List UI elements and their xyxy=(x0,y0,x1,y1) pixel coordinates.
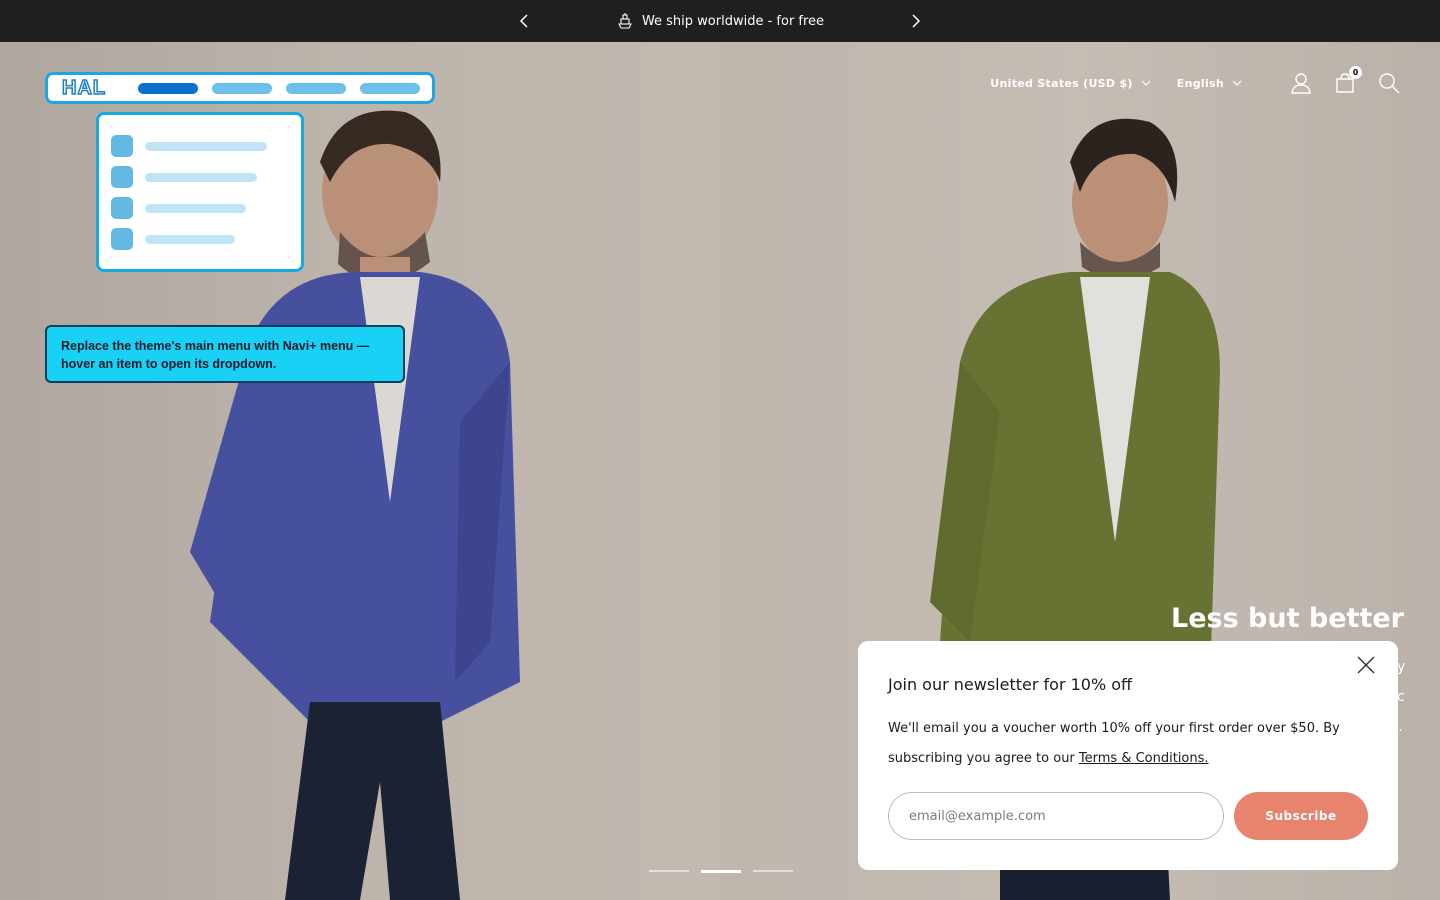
ship-icon xyxy=(618,13,632,29)
chevron-down-icon xyxy=(1141,80,1151,86)
chevron-down-icon xyxy=(1232,80,1242,86)
dropdown-item-label-placeholder xyxy=(145,203,246,213)
chevron-left-icon[interactable] xyxy=(516,12,534,30)
account-icon[interactable] xyxy=(1290,72,1312,94)
slide-title: Less but better xyxy=(1171,603,1404,634)
slide-dot-1[interactable] xyxy=(649,870,689,872)
language-selector-label: English xyxy=(1176,76,1224,90)
slideshow-pagination xyxy=(649,870,793,873)
header-utility-nav: United States (USD $) English 0 xyxy=(990,66,1400,94)
dropdown-item-icon xyxy=(111,135,133,157)
country-selector[interactable]: United States (USD $) xyxy=(990,76,1151,90)
newsletter-title: Join our newsletter for 10% off xyxy=(888,675,1133,694)
navi-menu-item[interactable] xyxy=(360,82,420,94)
subscribe-button[interactable]: Subscribe xyxy=(1234,792,1368,840)
navi-tooltip: Replace the theme's main menu with Navi+… xyxy=(45,325,405,383)
announcement-bar: We ship worldwide - for free xyxy=(0,0,1440,42)
navi-menu-bar[interactable]: HAL xyxy=(45,72,435,104)
email-field[interactable] xyxy=(888,792,1224,840)
slide-text-fragment: y xyxy=(1397,659,1406,675)
dropdown-item-label-placeholder xyxy=(145,172,257,182)
navi-menu-item[interactable] xyxy=(212,82,272,94)
dropdown-item-label-placeholder xyxy=(145,141,267,151)
dropdown-item-icon xyxy=(111,166,133,188)
search-icon[interactable] xyxy=(1378,72,1400,94)
navi-dropdown-item[interactable] xyxy=(111,166,289,188)
cart-count-badge: 0 xyxy=(1349,66,1362,79)
dropdown-item-label-placeholder xyxy=(145,234,235,244)
country-selector-label: United States (USD $) xyxy=(990,76,1133,90)
navi-dropdown-item[interactable] xyxy=(111,228,289,250)
navi-dropdown-item[interactable] xyxy=(111,197,289,219)
navi-dropdown xyxy=(96,112,304,272)
announcement-message: We ship worldwide - for free xyxy=(616,12,824,30)
newsletter-form: Subscribe xyxy=(888,792,1368,840)
navi-logo: HAL xyxy=(61,76,107,100)
slide-dot-3[interactable] xyxy=(753,870,793,872)
newsletter-body: We'll email you a voucher worth 10% off … xyxy=(888,714,1368,774)
cart-button[interactable]: 0 xyxy=(1334,66,1362,94)
dropdown-item-icon xyxy=(111,228,133,250)
terms-link[interactable]: Terms & Conditions. xyxy=(1079,751,1209,766)
chevron-right-icon[interactable] xyxy=(906,12,924,30)
navi-menu-item[interactable] xyxy=(138,82,198,94)
slide-text-fragment: c xyxy=(1397,689,1405,705)
announcement-text: We ship worldwide - for free xyxy=(641,13,825,29)
close-icon[interactable] xyxy=(1356,655,1376,675)
navi-menu-item[interactable] xyxy=(286,82,346,94)
dropdown-item-icon xyxy=(111,197,133,219)
language-selector[interactable]: English xyxy=(1177,77,1242,90)
newsletter-popup: Join our newsletter for 10% off We'll em… xyxy=(858,641,1398,870)
slide-dot-2[interactable] xyxy=(701,870,741,873)
navi-dropdown-item[interactable] xyxy=(111,135,289,157)
